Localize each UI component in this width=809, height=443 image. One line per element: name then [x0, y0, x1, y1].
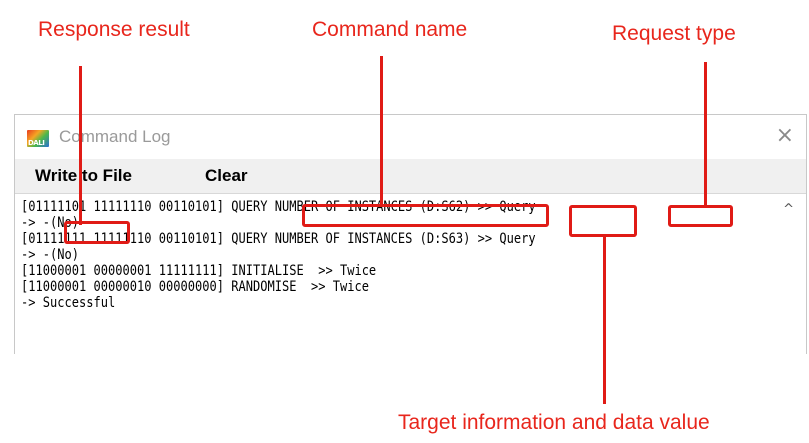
- command-log-window: DALI Command Log × Write to File Clear […: [14, 114, 807, 354]
- target-info-leader: [603, 236, 606, 404]
- request-type-highlight: [668, 205, 733, 227]
- command-name-highlight: [302, 204, 549, 227]
- close-icon[interactable]: ×: [776, 125, 794, 147]
- log-line: [11000001 00000010 00000000] RANDOMISE >…: [21, 279, 369, 295]
- log-line: -> -(No): [21, 247, 79, 263]
- logo-text: DALI: [28, 139, 45, 147]
- callout-request-type: Request type: [612, 22, 736, 45]
- title-bar: DALI Command Log ×: [15, 115, 806, 159]
- dali-logo-icon: DALI: [27, 130, 49, 147]
- response-result-leader: [79, 66, 82, 225]
- request-type-leader: [704, 62, 707, 206]
- clear-button[interactable]: Clear: [205, 166, 248, 186]
- toolbar: Write to File Clear: [15, 159, 806, 193]
- response-result-highlight: [64, 221, 130, 244]
- callout-target-information: Target information and data value: [398, 411, 710, 434]
- callout-command-name: Command name: [312, 18, 468, 41]
- callout-response-result: Response result: [38, 18, 190, 41]
- write-to-file-button[interactable]: Write to File: [35, 166, 132, 186]
- log-line: -> Successful: [21, 295, 116, 311]
- log-line: [11000001 00000001 11111111] INITIALISE …: [21, 263, 377, 279]
- scroll-up-icon[interactable]: ^: [783, 202, 794, 217]
- target-info-highlight: [569, 205, 637, 237]
- window-title: Command Log: [59, 127, 171, 146]
- command-name-leader: [380, 56, 383, 206]
